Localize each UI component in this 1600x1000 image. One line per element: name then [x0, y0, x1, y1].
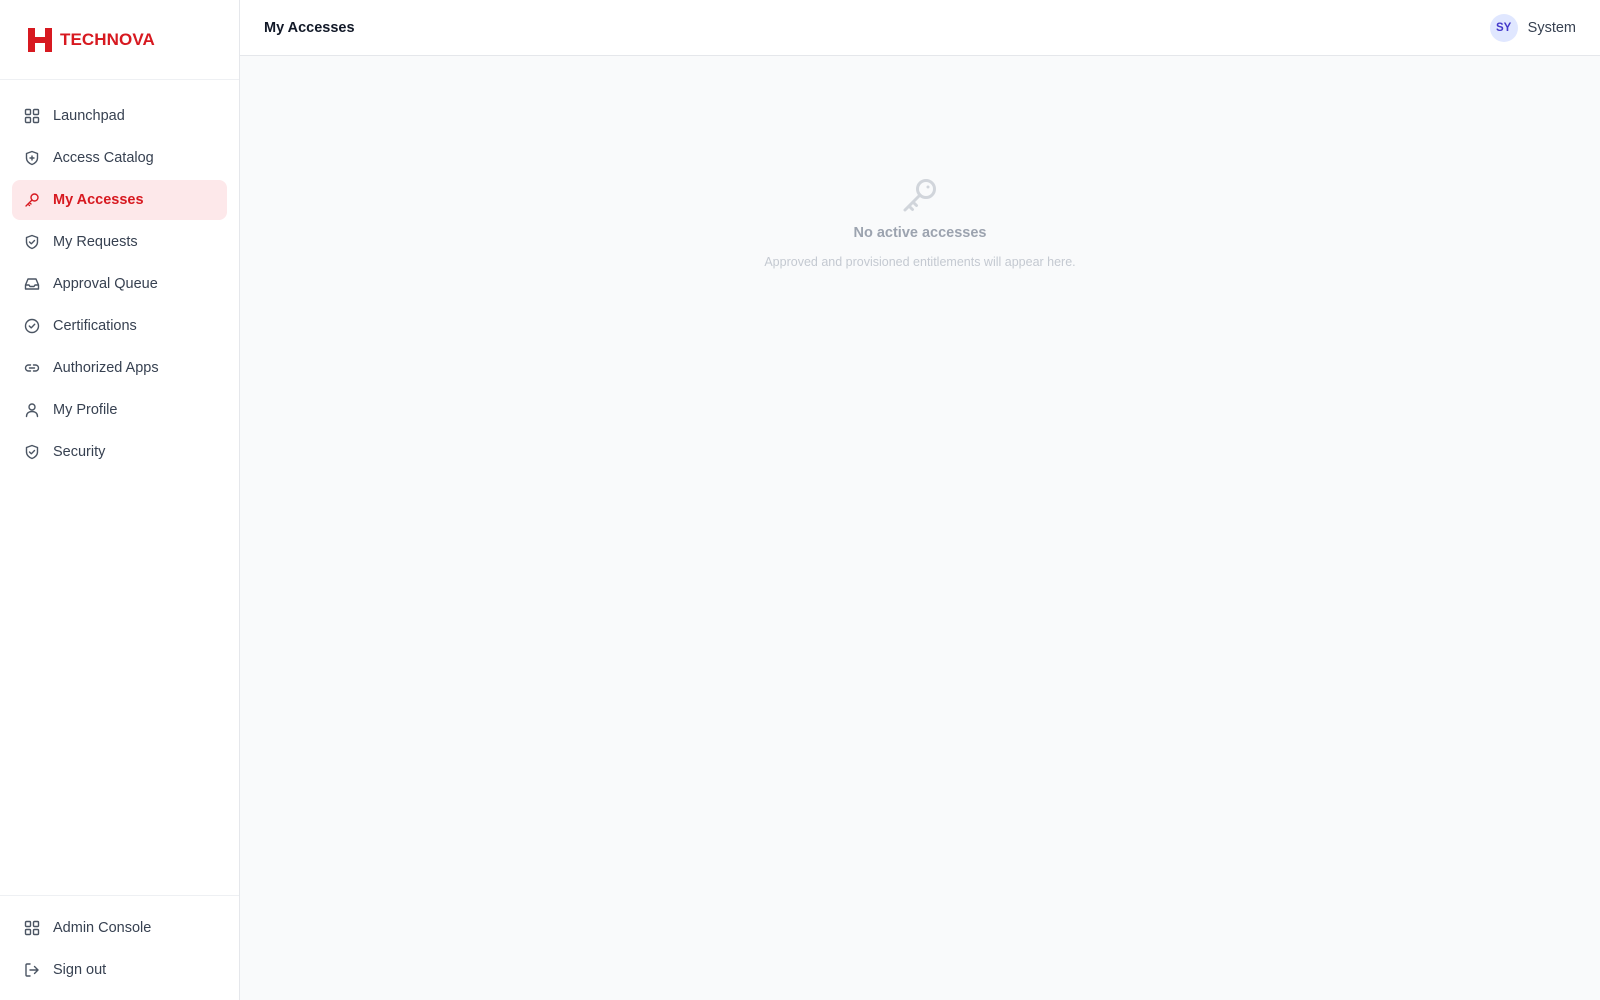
- empty-state: No active accesses Approved and provisio…: [240, 175, 1600, 269]
- empty-state-title: No active accesses: [853, 225, 987, 241]
- user-icon: [24, 402, 40, 418]
- page-title: My Accesses: [264, 19, 355, 36]
- sidebar-footer: Admin Console Sign out: [0, 895, 239, 1000]
- logout-icon: [24, 962, 40, 978]
- key-icon: [900, 175, 940, 215]
- brand-logo[interactable]: TECHNOVA: [0, 0, 239, 80]
- avatar: SY: [1489, 13, 1518, 42]
- sidebar-item-access-catalog[interactable]: Access Catalog: [12, 138, 227, 178]
- sidebar-item-my-requests[interactable]: My Requests: [12, 222, 227, 262]
- key-icon: [24, 192, 40, 208]
- brand-name: TECHNOVA: [60, 29, 155, 49]
- empty-state-subtitle: Approved and provisioned entitlements wi…: [764, 255, 1076, 269]
- sidebar: TECHNOVA Launchpad Access Catalog My Acc…: [0, 0, 240, 1000]
- sidebar-item-label: My Requests: [53, 234, 138, 250]
- sidebar-item-certifications[interactable]: Certifications: [12, 306, 227, 346]
- sidebar-item-my-accesses[interactable]: My Accesses: [12, 180, 227, 220]
- shield-check-icon: [24, 444, 40, 460]
- sidebar-item-authorized-apps[interactable]: Authorized Apps: [12, 348, 227, 388]
- sign-out-button[interactable]: Sign out: [12, 950, 227, 990]
- user-menu[interactable]: SY System: [1489, 13, 1576, 42]
- sidebar-item-admin-console[interactable]: Admin Console: [12, 908, 227, 948]
- sidebar-item-security[interactable]: Security: [12, 432, 227, 472]
- sidebar-item-label: Sign out: [53, 962, 107, 978]
- sidebar-item-label: Access Catalog: [53, 150, 154, 166]
- sidebar-item-approval-queue[interactable]: Approval Queue: [12, 264, 227, 304]
- sidebar-item-label: Certifications: [53, 318, 137, 334]
- sidebar-item-label: My Profile: [53, 402, 118, 418]
- sidebar-item-label: Security: [53, 444, 106, 460]
- user-name: System: [1527, 19, 1576, 36]
- circle-check-icon: [24, 318, 40, 334]
- sidebar-item-my-profile[interactable]: My Profile: [12, 390, 227, 430]
- sidebar-item-label: Admin Console: [53, 920, 152, 936]
- link-icon: [24, 360, 40, 376]
- sidebar-item-label: Launchpad: [53, 108, 125, 124]
- inbox-icon: [24, 276, 40, 292]
- grid-icon: [24, 920, 40, 936]
- sidebar-item-label: Authorized Apps: [53, 360, 159, 376]
- sidebar-item-label: Approval Queue: [53, 276, 158, 292]
- top-bar: My Accesses SY System: [240, 0, 1600, 56]
- sidebar-item-launchpad[interactable]: Launchpad: [12, 96, 227, 136]
- sidebar-item-label: My Accesses: [53, 192, 144, 208]
- sidebar-nav: Launchpad Access Catalog My Accesses My …: [0, 80, 239, 472]
- technova-logo-icon: [28, 27, 52, 52]
- shield-plus-icon: [24, 150, 40, 166]
- grid-icon: [24, 108, 40, 124]
- shield-check-icon: [24, 234, 40, 250]
